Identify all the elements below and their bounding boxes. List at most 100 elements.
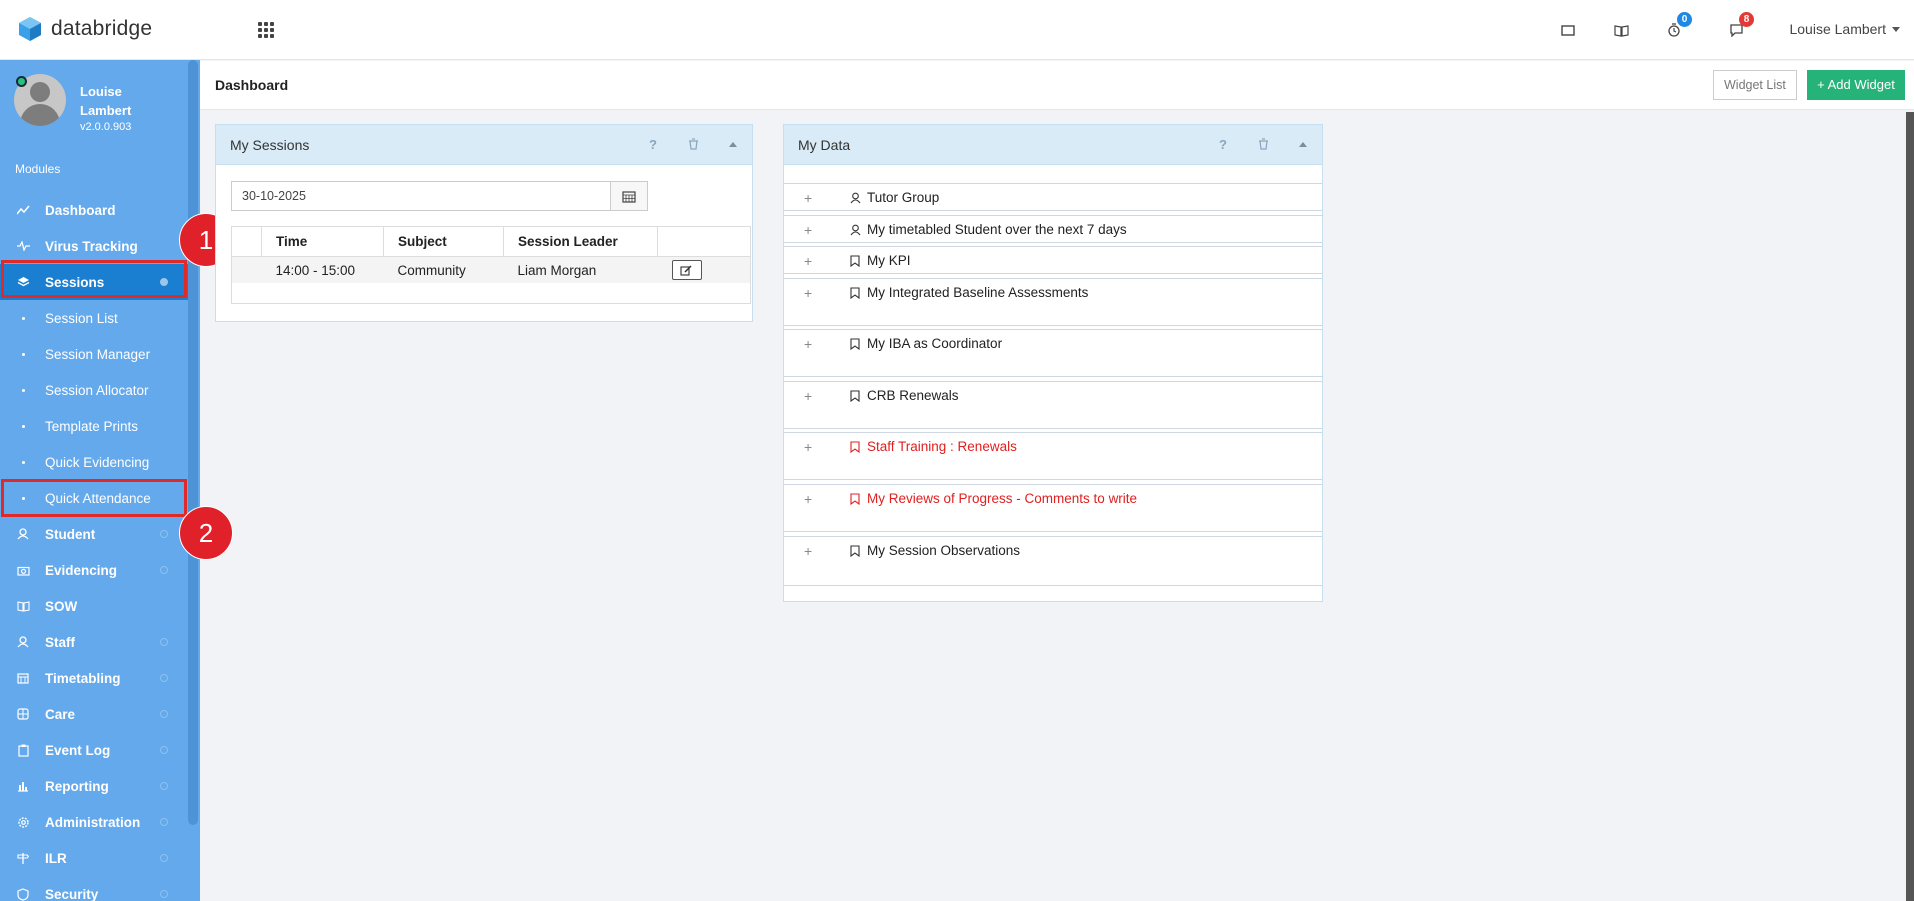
- table-header-actions: [657, 226, 751, 258]
- sidebar-item-label: Care: [45, 706, 76, 722]
- expand-plus-icon[interactable]: +: [804, 388, 812, 404]
- calendar-button[interactable]: [610, 181, 648, 211]
- sidebar-item-label: ILR: [45, 850, 67, 866]
- sidebar-item-label: Security: [45, 886, 99, 901]
- sidebar-item-label: Event Log: [45, 742, 111, 758]
- sidebar-item-ilr[interactable]: ILR: [0, 840, 188, 876]
- table-row[interactable]: 14:00 - 15:00 Community Liam Morgan: [231, 256, 751, 284]
- sidebar-item-label: Administration: [45, 814, 141, 830]
- top-bar: databridge 0 8 Louise Lambert: [0, 0, 1914, 60]
- sidebar-subitem-session-allocator[interactable]: Session Allocator: [0, 372, 188, 408]
- student-icon: [15, 528, 31, 540]
- bookmark-icon: [850, 544, 860, 560]
- sidebar-subitem-session-manager[interactable]: Session Manager: [0, 336, 188, 372]
- window-icon[interactable]: [1558, 20, 1578, 40]
- edit-icon: [680, 265, 692, 276]
- my-sessions-widget: My Sessions ? 30-10-2025 Time Subject Se…: [215, 124, 753, 322]
- user-menu-name: Louise Lambert: [1789, 21, 1886, 37]
- list-item[interactable]: + Tutor Group: [784, 183, 1322, 211]
- chart-line-icon: [15, 205, 31, 215]
- expand-plus-icon[interactable]: +: [804, 285, 812, 301]
- bookmark-icon: [850, 389, 860, 405]
- expand-plus-icon[interactable]: +: [804, 336, 812, 352]
- add-widget-button[interactable]: + Add Widget: [1807, 70, 1905, 100]
- sidebar-nav: Dashboard Virus Tracking Sessions Sessio…: [0, 192, 188, 901]
- session-date-input[interactable]: 30-10-2025: [231, 181, 611, 211]
- expand-plus-icon[interactable]: +: [804, 222, 812, 238]
- user-menu[interactable]: Louise Lambert: [1789, 21, 1900, 37]
- expand-plus-icon[interactable]: +: [804, 439, 812, 455]
- sidebar-item-reporting[interactable]: Reporting: [0, 768, 188, 804]
- sidebar-item-dashboard[interactable]: Dashboard: [0, 192, 188, 228]
- camera-icon: [15, 565, 31, 576]
- subitem-label: Session Allocator: [45, 382, 149, 398]
- expand-plus-icon[interactable]: +: [804, 491, 812, 507]
- column-header-session-leader: Session Leader: [503, 226, 658, 258]
- list-item[interactable]: + My Reviews of Progress - Comments to w…: [784, 484, 1322, 532]
- edit-session-button[interactable]: [671, 260, 702, 281]
- help-icon[interactable]: ?: [649, 137, 657, 152]
- chat-badge: 8: [1739, 12, 1754, 27]
- timer-icon[interactable]: 0: [1664, 12, 1692, 40]
- sidebar-item-sow[interactable]: SOW: [0, 588, 188, 624]
- sessions-table: Time Subject Session Leader 14:00 - 15:0…: [231, 226, 751, 304]
- list-item[interactable]: + My Integrated Baseline Assessments: [784, 278, 1322, 326]
- list-item[interactable]: + CRB Renewals: [784, 381, 1322, 429]
- collapsed-dot-icon: [160, 746, 168, 754]
- collapse-up-icon[interactable]: [729, 142, 737, 147]
- apps-grid-icon[interactable]: [258, 22, 274, 38]
- trash-icon[interactable]: [1258, 138, 1269, 153]
- widget-header: My Data ?: [784, 125, 1322, 165]
- collapse-up-icon[interactable]: [1299, 142, 1307, 147]
- subitem-label: Session Manager: [45, 346, 151, 362]
- sidebar-item-event-log[interactable]: Event Log: [0, 732, 188, 768]
- sidebar-item-label: Virus Tracking: [45, 238, 138, 254]
- book-icon[interactable]: [1611, 20, 1631, 40]
- brand-logo[interactable]: databridge: [18, 16, 152, 42]
- sidebar-item-evidencing[interactable]: Evidencing: [0, 552, 188, 588]
- bookmark-icon: [850, 254, 860, 270]
- sidebar-item-care[interactable]: Care: [0, 696, 188, 732]
- list-item[interactable]: + Staff Training : Renewals: [784, 432, 1322, 480]
- sidebar-subitem-template-prints[interactable]: Template Prints: [0, 408, 188, 444]
- expand-plus-icon[interactable]: +: [804, 190, 812, 206]
- sidebar-item-label: Evidencing: [45, 562, 118, 578]
- main-scrollbar[interactable]: [1906, 112, 1914, 901]
- chat-icon[interactable]: 8: [1726, 12, 1754, 40]
- help-icon[interactable]: ?: [1219, 137, 1227, 152]
- care-icon: [15, 708, 31, 720]
- table-header-row: Time Subject Session Leader: [231, 226, 751, 258]
- column-header-subject: Subject: [383, 226, 504, 258]
- sidebar-subitem-quick-evidencing[interactable]: Quick Evidencing: [0, 444, 188, 480]
- list-item-label: My Integrated Baseline Assessments: [867, 285, 1089, 300]
- list-item[interactable]: + My KPI: [784, 246, 1322, 274]
- collapsed-dot-icon: [160, 638, 168, 646]
- expand-plus-icon[interactable]: +: [804, 253, 812, 269]
- trash-icon[interactable]: [688, 138, 699, 153]
- sidebar-item-staff[interactable]: Staff: [0, 624, 188, 660]
- list-item[interactable]: + My timetabled Student over the next 7 …: [784, 215, 1322, 243]
- sidebar-item-student[interactable]: Student: [0, 516, 188, 552]
- heartbeat-icon: [15, 241, 31, 251]
- list-item[interactable]: + My Session Observations: [784, 536, 1322, 586]
- collapsed-dot-icon: [160, 530, 168, 538]
- collapsed-dot-icon: [160, 818, 168, 826]
- list-item-label: My Reviews of Progress - Comments to wri…: [867, 491, 1138, 506]
- sidebar-item-security[interactable]: Security: [0, 876, 188, 901]
- sidebar-scrollbar[interactable]: [188, 60, 198, 825]
- page-title: Dashboard: [215, 77, 289, 93]
- calendar-icon: [15, 672, 31, 684]
- expand-plus-icon[interactable]: +: [804, 543, 812, 559]
- widget-list-button[interactable]: Widget List: [1713, 70, 1797, 100]
- sidebar-item-timetabling[interactable]: Timetabling: [0, 660, 188, 696]
- online-status-icon: [16, 76, 27, 87]
- sidebar-item-administration[interactable]: Administration: [0, 804, 188, 840]
- session-subject: Community: [383, 256, 504, 284]
- sidebar-item-virus-tracking[interactable]: Virus Tracking: [0, 228, 188, 264]
- sidebar-subitem-session-list[interactable]: Session List: [0, 300, 188, 336]
- sidebar-item-label: Timetabling: [45, 670, 121, 686]
- list-item[interactable]: + My IBA as Coordinator: [784, 329, 1322, 377]
- collapsed-dot-icon: [160, 710, 168, 718]
- sidebar-item-label: Dashboard: [45, 202, 116, 218]
- brand-name: databridge: [51, 17, 153, 40]
